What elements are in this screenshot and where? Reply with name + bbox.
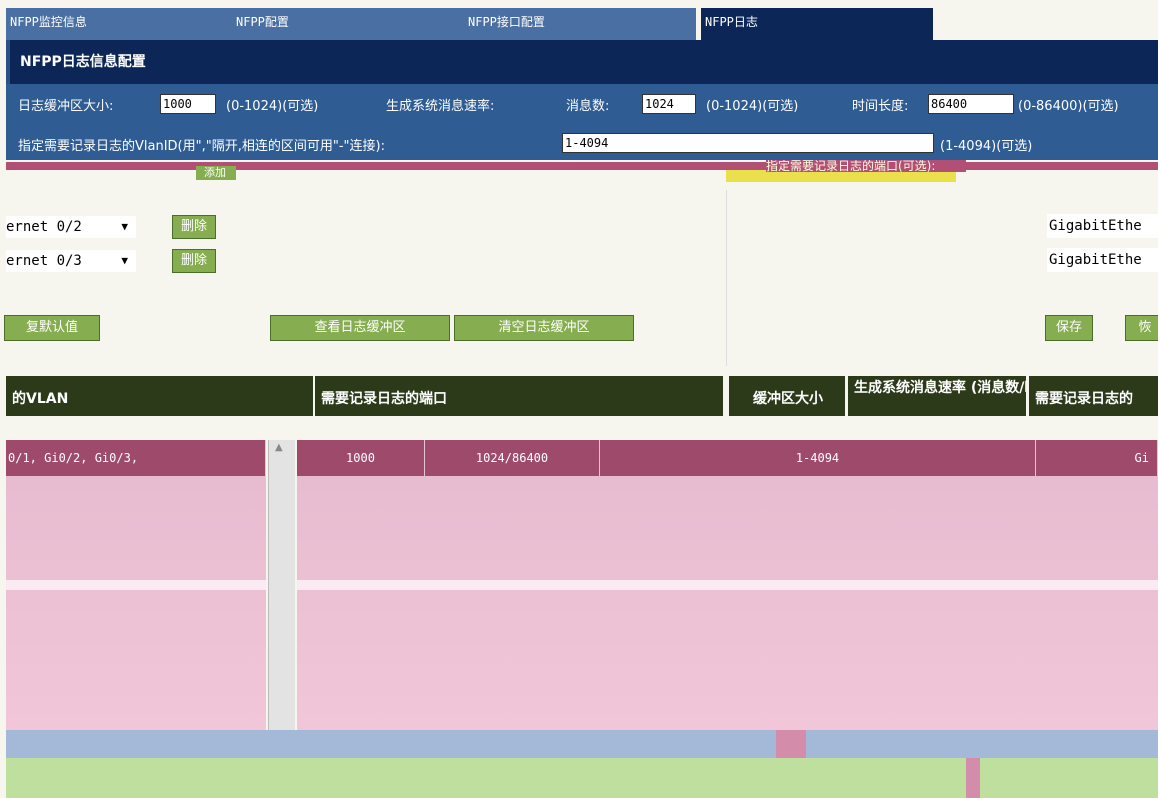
message-count-input[interactable]: 1024 — [642, 94, 696, 114]
tab-nfpp-monitor[interactable]: NFPP监控信息 — [6, 8, 232, 40]
buffer-rate-row: 日志缓冲区大小: 1000 (0-1024)(可选) 生成系统消息速率: 消息数… — [6, 84, 1158, 126]
status-band — [6, 758, 966, 798]
vlan-input[interactable]: 1-4094 — [562, 133, 934, 153]
table-cell-vlan[interactable]: 1-4094 — [600, 440, 1036, 476]
panel-title: NFPP日志信息配置 — [6, 40, 1158, 84]
buffer-size-input[interactable]: 1000 — [160, 94, 216, 114]
left-port-pane: ernet 0/2 ▼ 删除 ernet 0/3 ▼ 删除 复默认值 查看日志缓… — [4, 190, 726, 366]
port-select-2[interactable]: ernet 0/3 ▼ — [6, 250, 136, 272]
tab-nfpp-config[interactable]: NFPP配置 — [232, 8, 464, 40]
time-length-input[interactable]: 86400 — [928, 94, 1014, 114]
clear-buffer-button[interactable]: 清空日志缓冲区 — [454, 315, 634, 341]
col-header-buffer-label: 缓冲区大小 — [753, 391, 823, 407]
col-header-log-ports: 需要记录日志的 — [1029, 376, 1158, 416]
time-length-range: (0-86400)(可选) — [1018, 99, 1119, 114]
col-header-ports-label: 需要记录日志的端口 — [321, 391, 447, 407]
col-header-vlan: 的VLAN — [6, 376, 313, 416]
right-port-field-1[interactable]: GigabitEthe — [1047, 214, 1158, 238]
rendering-glitch-band: 添加 指定需要记录日志的端口(可选): — [6, 160, 1158, 190]
status-band — [980, 758, 1158, 798]
col-header-ports: 需要记录日志的端口 — [315, 376, 723, 416]
footer-band — [6, 730, 776, 758]
col-header-log-ports-label: 需要记录日志的 — [1035, 391, 1133, 407]
port-select-1[interactable]: ernet 0/2 ▼ — [6, 216, 136, 238]
add-button[interactable]: 添加 — [196, 166, 236, 180]
header-divider — [6, 416, 1158, 424]
chevron-down-icon: ▼ — [121, 254, 128, 267]
view-buffer-button[interactable]: 查看日志缓冲区 — [270, 315, 450, 341]
tab-nfpp-log[interactable]: NFPP日志 — [701, 8, 933, 40]
chevron-down-icon: ▼ — [121, 220, 128, 233]
col-header-vlan-label: 的VLAN — [12, 391, 69, 407]
footer-gap — [776, 730, 806, 758]
tab-bar: NFPP监控信息 NFPP配置 NFPP接口配置 NFPP日志 — [6, 8, 1158, 40]
row-separator — [297, 580, 1158, 590]
vlan-row: 指定需要记录日志的VlanID(用","隔开,相连的区间可用"-"连接): 1-… — [6, 126, 1158, 160]
vlan-label: 指定需要记录日志的VlanID(用","隔开,相连的区间可用"-"连接): — [18, 139, 385, 154]
table-cell-rate[interactable]: 1024/86400 — [425, 440, 600, 476]
right-port-field-2[interactable]: GigabitEthe — [1047, 248, 1158, 272]
nfpp-log-window: NFPP监控信息 NFPP配置 NFPP接口配置 NFPP日志 NFPP日志信息… — [0, 0, 1158, 798]
port-select-1-value: ernet 0/2 — [6, 219, 82, 235]
glitch-stripe — [6, 162, 1158, 170]
table-row-ports[interactable]: 0/1, Gi0/2, Gi0/3, — [6, 440, 266, 476]
right-port-pane: GigabitEthe GigabitEthe 保存 恢 — [726, 190, 1158, 366]
table-body-left — [6, 476, 266, 730]
table-body-right — [297, 476, 1158, 730]
restore-button-right[interactable]: 恢 — [1125, 315, 1158, 341]
table-cell-tail[interactable]: Gi — [1036, 440, 1158, 476]
vlan-range: (1-4094)(可选) — [940, 139, 1033, 154]
delete-port-button-1[interactable]: 删除 — [172, 215, 216, 239]
col-header-rate: 生成系统消息速率 (消息数/时间长度) — [848, 376, 1026, 416]
time-length-label: 时间长度: — [852, 99, 909, 114]
col-header-buffer: 缓冲区大小 — [729, 376, 845, 416]
scroll-up-icon[interactable]: ▲ — [275, 442, 283, 453]
buffer-size-range: (0-1024)(可选) — [226, 99, 319, 114]
col-header-rate-label: 生成系统消息速率 (消息数/时间长度) — [854, 380, 1026, 396]
footer-band — [806, 730, 1158, 758]
message-count-range: (0-1024)(可选) — [706, 99, 799, 114]
tab-nfpp-interface-config[interactable]: NFPP接口配置 — [464, 8, 696, 40]
row-separator — [6, 580, 266, 590]
message-count-label: 消息数: — [566, 99, 610, 114]
status-divider — [966, 758, 980, 798]
table-cell-buffer[interactable]: 1000 — [297, 440, 425, 476]
restore-defaults-button[interactable]: 复默认值 — [4, 315, 100, 341]
delete-port-button-2[interactable]: 删除 — [172, 249, 216, 273]
port-select-label: 指定需要记录日志的端口(可选): — [766, 160, 966, 172]
port-select-2-value: ernet 0/3 — [6, 253, 82, 269]
buffer-size-label: 日志缓冲区大小: — [18, 99, 114, 114]
save-button[interactable]: 保存 — [1045, 315, 1093, 341]
rate-label: 生成系统消息速率: — [386, 99, 495, 114]
